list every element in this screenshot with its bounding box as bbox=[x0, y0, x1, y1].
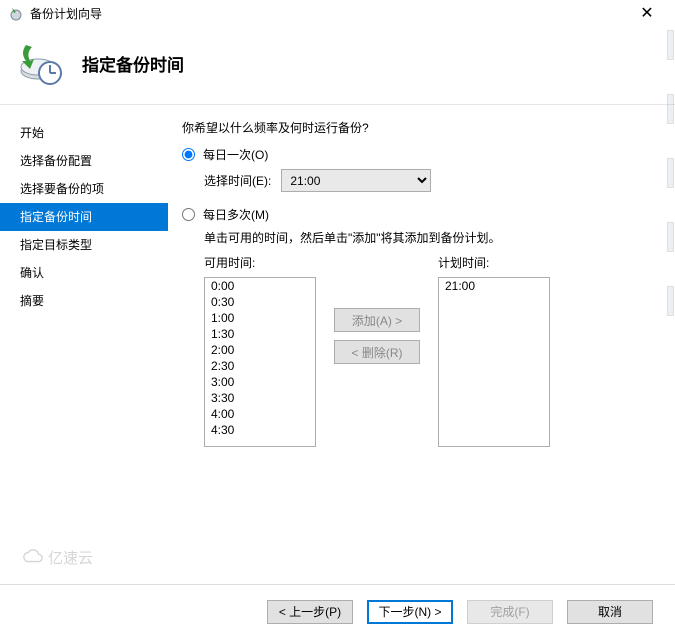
next-button[interactable]: 下一步(N) > bbox=[367, 600, 453, 624]
backup-wizard-icon bbox=[16, 39, 64, 87]
sidebar-item-label: 选择要备份的项 bbox=[20, 182, 104, 196]
list-item[interactable]: 1:30 bbox=[205, 326, 315, 342]
sidebar-item-label: 指定目标类型 bbox=[20, 238, 92, 252]
list-item[interactable]: 2:30 bbox=[205, 358, 315, 374]
sidebar-item-select-items[interactable]: 选择要备份的项 bbox=[0, 175, 168, 203]
list-item[interactable]: 2:00 bbox=[205, 342, 315, 358]
radio-label: 每日多次(M) bbox=[203, 206, 269, 223]
once-daily-time-row: 选择时间(E): 21:00 bbox=[204, 169, 651, 192]
sidebar-item-target-type[interactable]: 指定目标类型 bbox=[0, 231, 168, 259]
plan-times-label: 计划时间: bbox=[438, 254, 550, 271]
time-lists-row: 可用时间: 0:00 0:30 1:00 1:30 2:00 2:30 3:00… bbox=[204, 254, 651, 447]
right-edge-artifact bbox=[667, 30, 675, 460]
plan-times-listbox[interactable]: 21:00 bbox=[438, 277, 550, 447]
available-times-label: 可用时间: bbox=[204, 254, 316, 271]
page-title: 指定备份时间 bbox=[82, 51, 184, 76]
sidebar-item-select-config[interactable]: 选择备份配置 bbox=[0, 147, 168, 175]
radio-multi-daily[interactable] bbox=[182, 208, 195, 221]
sidebar-item-summary[interactable]: 摘要 bbox=[0, 287, 168, 315]
wizard-header: 指定备份时间 bbox=[0, 26, 675, 104]
select-time-label: 选择时间(E): bbox=[204, 172, 271, 189]
list-item[interactable]: 4:30 bbox=[205, 422, 315, 438]
wizard-footer: < 上一步(P) 下一步(N) > 完成(F) 取消 bbox=[0, 584, 675, 638]
close-button[interactable]: ✕ bbox=[627, 3, 667, 23]
sidebar-item-label: 开始 bbox=[20, 126, 44, 140]
app-icon bbox=[8, 5, 24, 21]
list-item[interactable]: 4:00 bbox=[205, 406, 315, 422]
finish-button[interactable]: 完成(F) bbox=[467, 600, 553, 624]
available-times-column: 可用时间: 0:00 0:30 1:00 1:30 2:00 2:30 3:00… bbox=[204, 254, 316, 447]
list-item[interactable]: 3:30 bbox=[205, 390, 315, 406]
add-button[interactable]: 添加(A) > bbox=[334, 308, 420, 332]
sidebar-item-label: 指定备份时间 bbox=[20, 210, 92, 224]
option-multi-daily[interactable]: 每日多次(M) bbox=[182, 206, 651, 223]
time-select[interactable]: 21:00 bbox=[281, 169, 431, 192]
title-bar: 备份计划向导 ✕ bbox=[0, 0, 675, 26]
sidebar-item-schedule[interactable]: 指定备份时间 bbox=[0, 203, 168, 231]
content-pane: 你希望以什么频率及何时运行备份? 每日一次(O) 选择时间(E): 21:00 … bbox=[168, 105, 675, 565]
frequency-question: 你希望以什么频率及何时运行备份? bbox=[182, 119, 651, 136]
plan-times-column: 计划时间: 21:00 bbox=[438, 254, 550, 447]
radio-label: 每日一次(O) bbox=[203, 146, 268, 163]
list-item[interactable]: 1:00 bbox=[205, 310, 315, 326]
sidebar-item-label: 确认 bbox=[20, 266, 44, 280]
sidebar-item-confirm[interactable]: 确认 bbox=[0, 259, 168, 287]
list-item[interactable]: 3:00 bbox=[205, 374, 315, 390]
sidebar-item-label: 摘要 bbox=[20, 294, 44, 308]
wizard-steps-sidebar: 开始 选择备份配置 选择要备份的项 指定备份时间 指定目标类型 确认 摘要 bbox=[0, 105, 168, 565]
available-times-listbox[interactable]: 0:00 0:30 1:00 1:30 2:00 2:30 3:00 3:30 … bbox=[204, 277, 316, 447]
remove-button[interactable]: < 删除(R) bbox=[334, 340, 420, 364]
list-item[interactable]: 0:30 bbox=[205, 294, 315, 310]
previous-button[interactable]: < 上一步(P) bbox=[267, 600, 353, 624]
transfer-buttons: 添加(A) > < 删除(R) bbox=[334, 308, 420, 364]
list-item[interactable]: 0:00 bbox=[205, 278, 315, 294]
sidebar-item-label: 选择备份配置 bbox=[20, 154, 92, 168]
list-item[interactable]: 21:00 bbox=[439, 278, 549, 294]
sidebar-item-start[interactable]: 开始 bbox=[0, 119, 168, 147]
multi-instruction: 单击可用的时间，然后单击"添加"将其添加到备份计划。 bbox=[204, 229, 651, 246]
radio-once-daily[interactable] bbox=[182, 148, 195, 161]
cancel-button[interactable]: 取消 bbox=[567, 600, 653, 624]
window-title: 备份计划向导 bbox=[30, 5, 627, 22]
wizard-body: 开始 选择备份配置 选择要备份的项 指定备份时间 指定目标类型 确认 摘要 你希… bbox=[0, 105, 675, 565]
option-once-daily[interactable]: 每日一次(O) bbox=[182, 146, 651, 163]
